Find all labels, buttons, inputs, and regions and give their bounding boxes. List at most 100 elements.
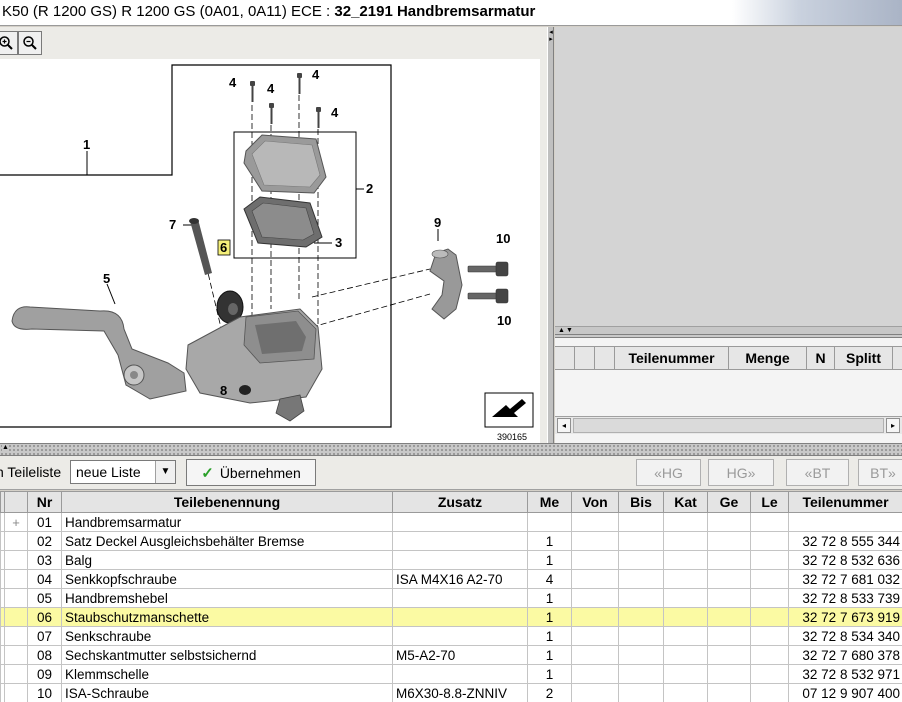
cell-von — [571, 664, 619, 684]
cart-col-splitt[interactable]: Splitt — [835, 347, 893, 369]
cell-teilenummer: 32 72 7 673 919 — [788, 607, 902, 627]
col-kat[interactable]: Kat — [663, 491, 708, 513]
title-group: 32_2191 Handbremsarmatur — [334, 3, 536, 20]
table-row[interactable]: 06 Staubschutzmanschette 1 32 72 7 673 919 — [0, 607, 902, 627]
cell-zusatz: ISA M4X16 A2-70 — [392, 569, 528, 589]
cell-me: 1 — [527, 664, 572, 684]
exploded-diagram[interactable]: 1 2 3 4 4 4 4 5 6 7 8 9 10 10 390165 — [0, 59, 540, 443]
col-bis[interactable]: Bis — [618, 491, 664, 513]
cell-me: 1 — [527, 607, 572, 627]
callout-4c[interactable]: 4 — [312, 67, 320, 82]
chevron-down-icon[interactable]: ▼ — [155, 461, 175, 483]
cell-von — [571, 607, 619, 627]
diagram-panel: 1 2 3 4 4 4 4 5 6 7 8 9 10 10 390165 — [0, 27, 548, 443]
cart-horizontal-scrollbar[interactable]: ◂ ▸ — [555, 416, 902, 434]
cell-name: Satz Deckel Ausgleichsbehälter Bremse — [61, 531, 393, 551]
cell-le — [750, 626, 789, 646]
cell-nr: 04 — [27, 569, 62, 589]
prev-bt-button[interactable]: «BT — [786, 459, 849, 486]
expand-toggle[interactable]: + — [4, 512, 28, 532]
next-hg-button[interactable]: HG» — [708, 459, 774, 486]
callout-10b[interactable]: 10 — [497, 313, 511, 328]
cell-kat — [663, 531, 708, 551]
cell-von — [571, 683, 619, 702]
expand-toggle — [4, 550, 28, 570]
cell-le — [750, 607, 789, 627]
cell-nr: 03 — [27, 550, 62, 570]
cell-ge — [707, 550, 751, 570]
cell-nr: 05 — [27, 588, 62, 608]
col-teilenummer[interactable]: Teilenummer — [788, 491, 902, 513]
scroll-left-icon[interactable]: ◂ — [557, 418, 571, 433]
callout-4a[interactable]: 4 — [229, 75, 237, 90]
col-ge[interactable]: Ge — [707, 491, 751, 513]
right-horizontal-splitter[interactable]: ▲ ▼ — [555, 327, 902, 335]
callout-10a[interactable]: 10 — [496, 231, 510, 246]
table-row[interactable]: 02 Satz Deckel Ausgleichsbehälter Bremse 1… — [0, 531, 902, 551]
prev-hg-button[interactable]: «HG — [636, 459, 701, 486]
cell-teilenummer: 32 72 8 555 344 — [788, 531, 902, 551]
callout-6[interactable]: 6 — [220, 240, 227, 255]
info-area — [555, 27, 902, 327]
callout-5[interactable]: 5 — [103, 271, 110, 286]
list-select[interactable]: neue Liste ▼ — [70, 460, 176, 484]
title-prefix: K50 (R 1200 GS) R 1200 GS (0A01, 0A11) E… — [2, 3, 335, 20]
table-row[interactable]: 08 Sechskantmutter selbstsichernd M5-A2-70… — [0, 645, 902, 665]
apply-button-label: Übernehmen — [219, 464, 301, 481]
table-row[interactable]: 05 Handbremshebel 1 32 72 8 533 739 — [0, 588, 902, 608]
cart-col-menge[interactable]: Menge — [729, 347, 807, 369]
table-row[interactable]: 03 Balg 1 32 72 8 532 636 — [0, 550, 902, 570]
zoom-in-icon — [0, 36, 13, 50]
splitter-up-icon: ▲ — [558, 327, 565, 334]
cell-bis — [618, 683, 664, 702]
cell-le — [750, 645, 789, 665]
col-expand — [4, 491, 28, 513]
zoom-in-button[interactable] — [0, 31, 18, 55]
cell-ge — [707, 683, 751, 702]
cell-von — [571, 569, 619, 589]
callout-8[interactable]: 8 — [220, 383, 227, 398]
list-select-value: neue Liste — [76, 464, 141, 480]
callout-4b[interactable]: 4 — [267, 81, 275, 96]
cell-ge — [707, 512, 751, 532]
callout-4d[interactable]: 4 — [331, 105, 339, 120]
cell-teilenummer: 32 72 8 533 739 — [788, 588, 902, 608]
cart-col-n[interactable]: N — [807, 347, 835, 369]
scroll-right-icon[interactable]: ▸ — [886, 418, 900, 433]
callout-9[interactable]: 9 — [434, 215, 441, 230]
scrollbar-track[interactable] — [573, 418, 884, 433]
expand-toggle — [4, 569, 28, 589]
cell-teilenummer: 32 72 8 532 636 — [788, 550, 902, 570]
col-le[interactable]: Le — [750, 491, 789, 513]
apply-button[interactable]: ✓ Übernehmen — [186, 459, 316, 486]
expand-toggle — [4, 683, 28, 702]
cell-me: 1 — [527, 645, 572, 665]
table-row[interactable]: +01 Handbremsarmatur — [0, 512, 902, 532]
horizontal-splitter[interactable]: ▲ — [0, 443, 902, 456]
col-me[interactable]: Me — [527, 491, 572, 513]
cell-me: 1 — [527, 626, 572, 646]
expand-toggle — [4, 645, 28, 665]
next-bt-button[interactable]: BT» — [858, 459, 902, 486]
cell-ge — [707, 664, 751, 684]
table-row[interactable]: 04 Senkkopfschraube ISA M4X16 A2-70 4 32 72 … — [0, 569, 902, 589]
callout-1[interactable]: 1 — [83, 137, 90, 152]
table-row[interactable]: 07 Senkschraube 1 32 72 8 534 340 — [0, 626, 902, 646]
cell-teilenummer: 32 72 7 681 032 — [788, 569, 902, 589]
col-teilebenennung[interactable]: Teilebenennung — [61, 491, 393, 513]
col-nr[interactable]: Nr — [27, 491, 62, 513]
table-row[interactable]: 09 Klemmschelle 1 32 72 8 532 971 — [0, 664, 902, 684]
vertical-splitter[interactable]: ◂ ▸ — [547, 27, 554, 443]
callout-7[interactable]: 7 — [169, 217, 176, 232]
splitter-down-icon: ▸ — [549, 36, 553, 43]
col-von[interactable]: Von — [571, 491, 619, 513]
callout-3[interactable]: 3 — [335, 235, 342, 250]
zoom-out-button[interactable] — [18, 31, 42, 55]
cell-bis — [618, 588, 664, 608]
callout-2[interactable]: 2 — [366, 181, 373, 196]
col-zusatz[interactable]: Zusatz — [392, 491, 528, 513]
parts-table-body: +01 Handbremsarmatur 02 Satz Deckel Ausglei… — [0, 512, 902, 702]
cart-col-teilenummer[interactable]: Teilenummer — [615, 347, 729, 369]
diagram-drawing: 1 2 3 4 4 4 4 5 6 7 8 9 10 10 390165 — [0, 64, 534, 442]
table-row[interactable]: 10 ISA-Schraube M6X30-8.8-ZNNIV 2 07 12 9 90… — [0, 683, 902, 702]
